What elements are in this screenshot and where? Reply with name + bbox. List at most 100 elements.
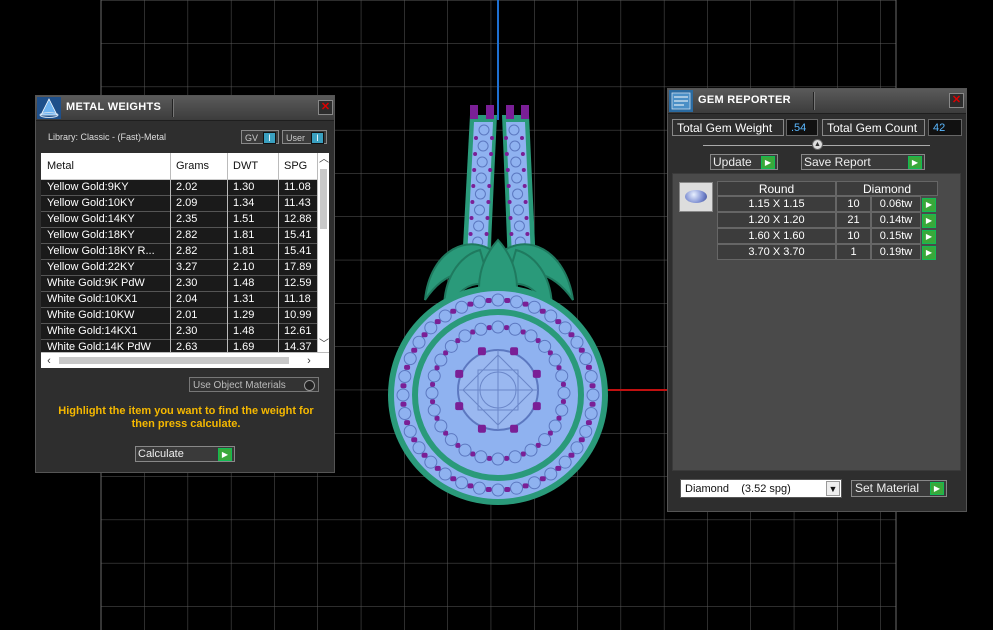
gem-reporter-app-icon [669, 90, 693, 112]
cell-metal: White Gold:14K PdW [47, 341, 151, 352]
select-gem-arrow-icon[interactable]: ▶ [922, 230, 936, 244]
save-report-label: Save Report [804, 155, 871, 169]
splitter-handle-icon[interactable]: ▲ [812, 139, 823, 150]
use-object-materials-option[interactable]: Use Object Materials [189, 377, 319, 392]
metal-weights-table: Metal Grams DWT SPG Yellow Gold:9KY 2.02 1… [41, 153, 317, 352]
cell-metal: White Gold:14KX1 [47, 325, 138, 337]
cell-metal: Yellow Gold:18KY [47, 229, 135, 241]
play-arrow-icon: ▶ [930, 482, 944, 495]
table-row[interactable]: White Gold:10KW 2.01 1.29 10.99 [41, 308, 317, 324]
gem-reporter-close-button[interactable]: ✕ [949, 93, 964, 108]
gem-row[interactable]: 1.60 X 1.60 10 0.15tw ▶ [717, 228, 939, 244]
save-report-button[interactable]: Save Report ▶ [801, 154, 925, 170]
table-row[interactable]: Yellow Gold:14KY 2.35 1.51 12.88 [41, 212, 317, 228]
cell-dwt: 1.69 [233, 341, 255, 352]
gem-reporter-title: GEM REPORTER [698, 94, 791, 106]
cell-grams: 2.35 [176, 213, 198, 225]
vertical-scroll-thumb[interactable] [320, 169, 327, 229]
metal-weights-app-icon [37, 97, 61, 119]
round-gem-icon [685, 190, 707, 203]
material-select[interactable]: Diamond (3.52 spg) ▼ [680, 479, 842, 498]
gv-label: GV [245, 133, 259, 143]
table-row[interactable]: Yellow Gold:10KY 2.09 1.34 11.43 [41, 196, 317, 212]
metal-weights-titlebar[interactable]: METAL WEIGHTS ✕ [36, 96, 334, 121]
gem-cell-count: 1 [836, 244, 871, 260]
column-header-round: Round [717, 181, 836, 196]
cell-metal: Yellow Gold:22KY [47, 261, 135, 273]
set-material-button[interactable]: Set Material ▶ [851, 480, 947, 497]
total-gem-count-label: Total Gem Count [822, 119, 925, 136]
gem-cell-size: 3.70 X 3.70 [717, 244, 836, 260]
material-select-value: Diamond (3.52 spg) [685, 483, 791, 495]
cell-dwt: 1.81 [233, 229, 255, 241]
table-row[interactable]: Yellow Gold:18KY 2.82 1.81 15.41 [41, 228, 317, 244]
cell-dwt: 1.34 [233, 197, 255, 209]
gem-row[interactable]: 1.20 X 1.20 21 0.14tw ▶ [717, 212, 939, 228]
gem-table: Round Diamond 1.15 X 1.15 10 0.06tw ▶ 1.20 X… [717, 181, 939, 260]
table-row[interactable]: Yellow Gold:9KY 2.02 1.30 11.08 [41, 180, 317, 196]
cell-grams: 2.63 [176, 341, 198, 352]
table-row[interactable]: Yellow Gold:22KY 3.27 2.10 17.89 [41, 260, 317, 276]
horizontal-scroll-thumb[interactable] [59, 357, 289, 364]
total-gem-count-value: 42 [928, 119, 962, 136]
calculate-label: Calculate [138, 448, 184, 460]
metal-table-horizontal-scrollbar[interactable]: ‹ › [41, 352, 329, 368]
table-row[interactable]: White Gold:14K PdW 2.63 1.69 14.37 [41, 340, 317, 352]
gem-cell-count: 10 [836, 196, 871, 212]
select-gem-arrow-icon[interactable]: ▶ [922, 214, 936, 228]
select-gem-arrow-icon[interactable]: ▶ [922, 246, 936, 260]
metal-weights-panel: METAL WEIGHTS ✕ Library: Classic - (Fast… [35, 95, 335, 473]
chevron-down-icon[interactable]: ▼ [826, 481, 840, 496]
calculate-button[interactable]: Calculate ▶ [135, 446, 235, 462]
metal-weights-title: METAL WEIGHTS [66, 101, 162, 113]
cell-dwt: 1.48 [233, 277, 255, 289]
scroll-right-icon[interactable]: › [303, 354, 315, 368]
gem-cell-weight: 0.15tw [871, 228, 921, 244]
column-header-grams[interactable]: Grams [176, 160, 209, 172]
gem-reporter-titlebar[interactable]: GEM REPORTER ✕ [668, 89, 966, 114]
table-row[interactable]: Yellow Gold:18KY R... 2.82 1.81 15.41 [41, 244, 317, 260]
scroll-up-icon[interactable]: ︿ [319, 154, 329, 166]
cell-spg: 10.99 [284, 309, 312, 321]
cell-metal: Yellow Gold:10KY [47, 197, 135, 209]
use-object-materials-label: Use Object Materials [193, 380, 286, 391]
column-header-metal[interactable]: Metal [47, 160, 74, 172]
gem-row[interactable]: 3.70 X 3.70 1 0.19tw ▶ [717, 244, 939, 260]
gem-row[interactable]: 1.15 X 1.15 10 0.06tw ▶ [717, 196, 939, 212]
user-label: User [286, 133, 306, 143]
cell-dwt: 1.31 [233, 293, 255, 305]
gem-reporter-panel: GEM REPORTER ✕ Total Gem Weight .54 Tota… [667, 88, 967, 512]
table-row[interactable]: White Gold:9K PdW 2.30 1.48 12.59 [41, 276, 317, 292]
gem-cell-weight: 0.19tw [871, 244, 921, 260]
gem-table-header: Round Diamond [717, 181, 939, 196]
column-header-spg[interactable]: SPG [284, 160, 307, 172]
column-header-dwt[interactable]: DWT [233, 160, 258, 172]
table-row[interactable]: White Gold:14KX1 2.30 1.48 12.61 [41, 324, 317, 340]
metal-table-vertical-scrollbar[interactable]: ︿ ﹀ [317, 153, 329, 352]
select-gem-arrow-icon[interactable]: ▶ [922, 198, 936, 212]
cell-spg: 15.41 [284, 229, 312, 241]
scroll-left-icon[interactable]: ‹ [43, 354, 55, 368]
metal-weights-close-button[interactable]: ✕ [318, 100, 333, 115]
gem-thumbnail[interactable] [679, 182, 713, 212]
cell-dwt: 1.51 [233, 213, 255, 225]
cell-grams: 3.27 [176, 261, 198, 273]
total-gem-weight-value: .54 [786, 119, 818, 136]
user-toggle[interactable]: User I [282, 130, 327, 144]
update-button[interactable]: Update ▶ [710, 154, 778, 170]
gem-cell-weight: 0.06tw [871, 196, 921, 212]
table-header: Metal Grams DWT SPG [41, 153, 317, 180]
cell-grams: 2.09 [176, 197, 198, 209]
scroll-down-icon[interactable]: ﹀ [319, 339, 329, 351]
table-row[interactable]: White Gold:10KX1 2.04 1.31 11.18 [41, 292, 317, 308]
cell-dwt: 1.48 [233, 325, 255, 337]
gem-cell-count: 21 [836, 212, 871, 228]
cell-metal: White Gold:10KX1 [47, 293, 138, 305]
cell-dwt: 1.30 [233, 181, 255, 193]
play-arrow-icon: ▶ [761, 156, 775, 169]
gv-toggle[interactable]: GV I [241, 130, 279, 144]
user-check-icon: I [311, 132, 324, 144]
gem-cell-count: 10 [836, 228, 871, 244]
cell-spg: 11.43 [284, 197, 311, 209]
gv-check-icon: I [263, 132, 276, 144]
